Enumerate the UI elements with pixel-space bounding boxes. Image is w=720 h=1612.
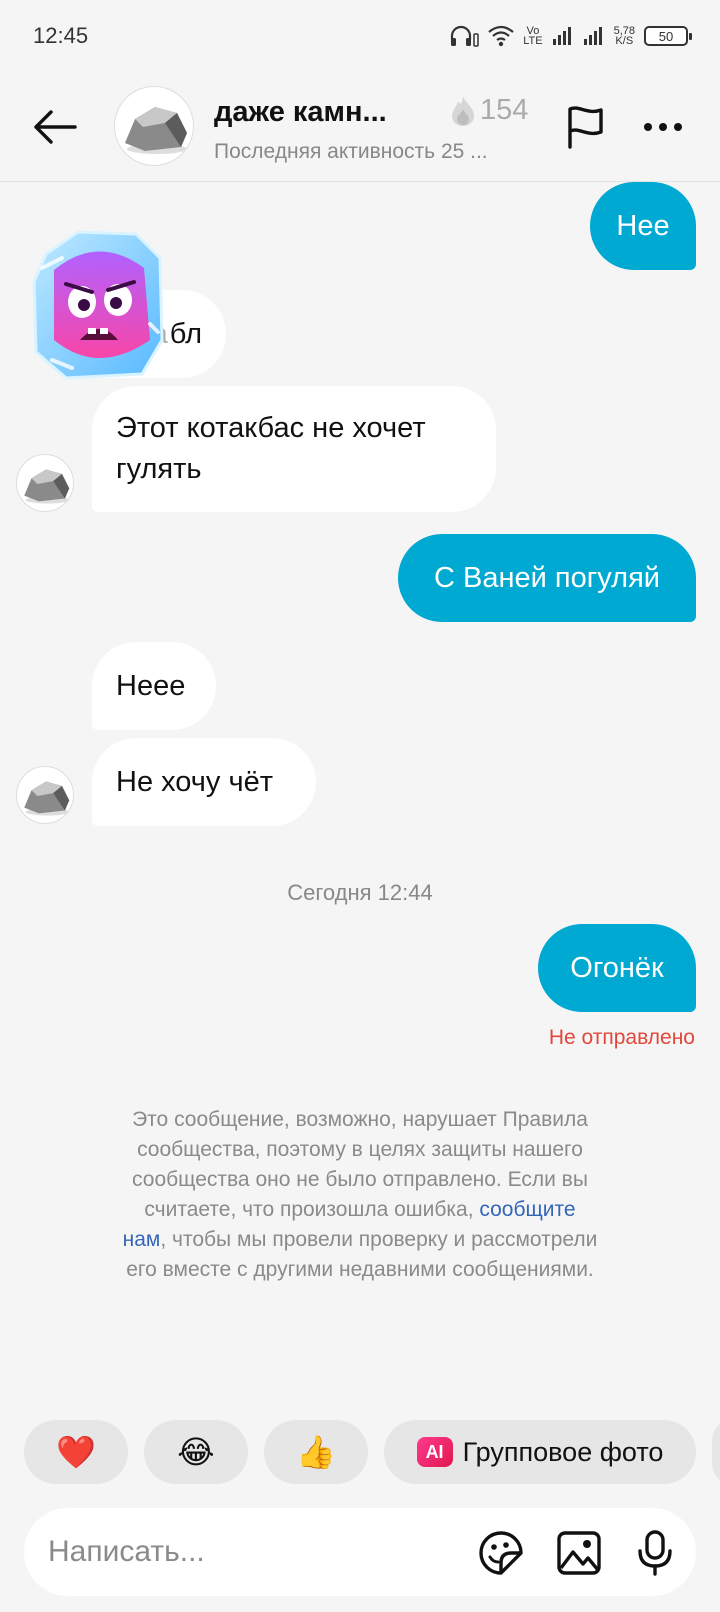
message-text: С Ваней погуляй [434,561,660,594]
more-dots-icon [644,123,682,131]
message-text-line-2: гулять [116,453,202,485]
message-bubble-outgoing[interactable]: Нее [590,182,696,270]
message-bubble-outgoing[interactable]: Огонёк [538,924,696,1012]
microphone-icon [638,1530,672,1576]
message-bubble-incoming[interactable]: Этот котакбас не хочет гулять [92,386,496,512]
moderation-notice: Это сообщение, возможно, нарушает Правил… [120,1105,600,1285]
voice-message-button[interactable] [630,1528,680,1578]
wifi-icon [488,25,514,47]
flag-icon [568,106,603,149]
message-input[interactable] [48,1508,428,1596]
chat-header: даже камн... 154 Последняя активность 25… [0,72,720,182]
signal-icon [552,26,574,46]
lte-label: LTE [523,35,543,47]
battery-icon: 50 [644,26,692,46]
message-bubble-incoming[interactable]: Не хочу чёт [92,738,316,826]
image-icon [557,1531,601,1575]
back-button[interactable] [30,102,80,152]
status-icons: Vo LTE 5,78 K/S 50 [449,24,692,48]
date-separator: Сегодня 12:44 [287,880,433,905]
heart-icon: ❤️ [56,1434,96,1470]
signal-icon-2 [583,26,605,46]
sticker-button[interactable] [476,1528,526,1578]
rock-avatar-icon [24,469,70,504]
message-text-line-1: Этот котакбас не хочет [116,412,426,444]
sticker-face-icon [479,1531,523,1575]
fire-icon [452,95,474,126]
headphones-icon [449,24,479,48]
ai-badge-icon: AI [416,1437,453,1467]
delivery-status: Не отправлено [548,1026,695,1049]
message-text: Неее [116,669,186,702]
notice-text-end: , чтобы мы провели проверку и рассмотрел… [126,1228,598,1281]
arrow-left-icon [34,110,77,144]
more-chip[interactable] [712,1420,720,1484]
ice-face-sticker-icon [32,230,164,380]
gallery-button[interactable] [554,1528,604,1578]
message-bubble-outgoing[interactable]: С Ваней погуляй [398,534,696,622]
status-time: 12:45 [33,23,89,48]
streak-counter[interactable]: 154 [450,94,528,127]
avatar[interactable] [16,454,74,512]
message-text: Не хочу чёт [116,765,273,798]
network-speed: 5,78 K/S [614,26,635,47]
streak-count: 154 [480,94,529,126]
message-text: бл [169,317,202,350]
laughing-emoji-icon: 😂 [177,1434,215,1470]
message-text: Огонёк [570,951,664,984]
message-composer [24,1508,696,1596]
reaction-thumbs-up-button[interactable]: 👍 [264,1420,368,1484]
volte-indicator: Vo LTE [523,26,543,47]
reaction-laughing-button[interactable]: 😂 [144,1420,248,1484]
status-bar: 12:45 Vo LTE 5,78 K/S 50 [0,0,720,72]
report-button[interactable] [560,102,610,152]
rock-avatar-icon [125,107,187,154]
chat-name[interactable]: даже камн... [214,96,387,129]
rock-avatar-icon [24,781,70,816]
more-options-button[interactable] [638,102,688,152]
message-text: Нее [616,209,670,242]
speed-unit: K/S [615,35,634,47]
group-photo-button[interactable]: AI Групповое фото [384,1420,696,1484]
avatar[interactable] [114,86,194,166]
thumbs-up-icon: 👍 [296,1434,336,1470]
reaction-heart-button[interactable]: ❤️ [24,1420,128,1484]
sticker-ice-face[interactable] [32,228,164,380]
message-bubble-incoming[interactable]: Неее [92,642,216,730]
group-photo-label: Групповое фото [462,1436,664,1467]
last-active-status: Последняя активность 25 ... [214,140,488,163]
avatar[interactable] [16,766,74,824]
